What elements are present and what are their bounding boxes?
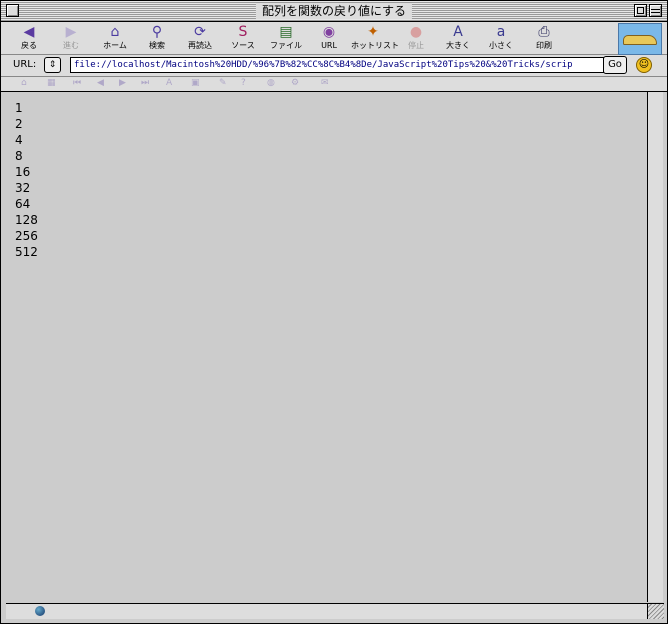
- web-icon[interactable]: ◍: [267, 78, 275, 88]
- output-line: 32: [15, 181, 31, 195]
- address-bar: URL: ⇕ file://localhost/Macintosh%20HDD/…: [1, 55, 667, 77]
- home-label: ホーム: [103, 41, 127, 50]
- larger-text-button[interactable]: A 大きく: [436, 24, 480, 54]
- reload-icon: ⟳: [194, 24, 206, 40]
- print-button[interactable]: ⎙ 印刷: [522, 24, 566, 54]
- output-line: 128: [15, 213, 38, 227]
- hotlist-icon: ✦: [367, 24, 379, 40]
- edit-icon[interactable]: ✎: [219, 78, 227, 88]
- font-icon[interactable]: A: [166, 78, 172, 88]
- print-label: 印刷: [536, 41, 552, 50]
- smiley-icon[interactable]: ☺: [636, 57, 652, 73]
- output-line: 8: [15, 149, 23, 163]
- home-icon[interactable]: ⌂: [21, 78, 27, 88]
- back-arrow-icon: ◀: [23, 24, 35, 40]
- url-history-popup[interactable]: ⇕: [44, 57, 61, 73]
- title-bar[interactable]: 配列を関数の戻り値にする: [1, 1, 667, 22]
- first-icon[interactable]: ⏮: [73, 78, 81, 88]
- output-line: 512: [15, 245, 38, 259]
- status-bar: [6, 603, 647, 619]
- smaller-text-button[interactable]: a 小さく: [479, 24, 523, 54]
- zoom-box[interactable]: [634, 4, 647, 17]
- file-button[interactable]: ▤ ファイル: [264, 24, 308, 54]
- larger-text-icon: A: [453, 24, 463, 40]
- prev-icon[interactable]: ◀: [97, 78, 104, 88]
- stop-button[interactable]: ● 停止: [394, 24, 438, 54]
- home-button[interactable]: ⌂ ホーム: [93, 24, 137, 54]
- print-icon: ⎙: [538, 24, 550, 40]
- stop-label: 停止: [408, 41, 424, 50]
- image-icon[interactable]: ▣: [191, 78, 200, 88]
- last-icon[interactable]: ⏭: [141, 78, 149, 88]
- browser-window: 配列を関数の戻り値にする ◀ 戻る ▶ 進む ⌂ ホーム ⚲ 検索 ⟳ 再読込 …: [0, 0, 668, 624]
- page-content: 1 2 4 8 16 32 64 128 256 512: [6, 92, 647, 602]
- smaller-text-label: 小さく: [489, 41, 513, 50]
- url-label: URL: [321, 41, 337, 50]
- smaller-text-icon: a: [496, 24, 506, 40]
- output-line: 64: [15, 197, 31, 211]
- help-icon[interactable]: ?: [241, 78, 246, 88]
- vertical-scrollbar[interactable]: [647, 92, 663, 602]
- home-icon: ⌂: [110, 24, 120, 40]
- browser-logo[interactable]: [618, 23, 662, 55]
- search-label: 検索: [149, 41, 165, 50]
- car-icon: [623, 35, 657, 45]
- output-line: 16: [15, 165, 31, 179]
- back-label: 戻る: [21, 41, 37, 50]
- reload-button[interactable]: ⟳ 再読込: [178, 24, 222, 54]
- source-label: ソース: [231, 41, 255, 50]
- go-button[interactable]: Go: [603, 56, 627, 74]
- next-icon[interactable]: ▶: [119, 78, 126, 88]
- output-line: 4: [15, 133, 23, 147]
- output-line: 2: [15, 117, 23, 131]
- forward-arrow-icon: ▶: [65, 24, 77, 40]
- bookmark-icon[interactable]: ▦: [47, 78, 56, 88]
- forward-label: 進む: [63, 41, 79, 50]
- output-line: 256: [15, 229, 38, 243]
- reload-label: 再読込: [188, 41, 212, 50]
- search-button[interactable]: ⚲ 検索: [135, 24, 179, 54]
- back-button[interactable]: ◀ 戻る: [7, 24, 51, 54]
- close-box[interactable]: [6, 4, 19, 17]
- url-icon: ◉: [322, 24, 336, 40]
- resize-grip[interactable]: [647, 603, 664, 619]
- url-button[interactable]: ◉ URL: [307, 24, 351, 54]
- personal-toolbar: ⌂ ▦ ⏮ ◀ ▶ ⏭ A ▣ ✎? ◍ ⚙ ✉: [1, 77, 667, 92]
- source-button[interactable]: S ソース: [221, 24, 265, 54]
- toolbar: ◀ 戻る ▶ 進む ⌂ ホーム ⚲ 検索 ⟳ 再読込 S ソース ▤ ファイル …: [1, 22, 667, 55]
- settings-icon[interactable]: ⚙: [291, 78, 299, 88]
- file-icon: ▤: [279, 24, 293, 40]
- stop-icon: ●: [409, 24, 423, 40]
- larger-text-label: 大きく: [446, 41, 470, 50]
- url-input[interactable]: file://localhost/Macintosh%20HDD/%96%7B%…: [70, 57, 604, 73]
- source-icon: S: [238, 24, 248, 40]
- window-title: 配列を関数の戻り値にする: [255, 3, 413, 19]
- up-down-arrows-icon: ⇕: [48, 60, 57, 70]
- forward-button[interactable]: ▶ 進む: [49, 24, 93, 54]
- mail-icon[interactable]: ✉: [321, 78, 329, 88]
- globe-icon: [35, 606, 45, 616]
- url-field-label: URL:: [13, 59, 37, 70]
- collapse-box[interactable]: [649, 4, 662, 17]
- search-icon: ⚲: [151, 24, 163, 40]
- output-line: 1: [15, 101, 23, 115]
- hotlist-label: ホットリスト: [351, 41, 399, 50]
- hotlist-button[interactable]: ✦ ホットリスト: [351, 24, 399, 54]
- file-label: ファイル: [270, 41, 302, 50]
